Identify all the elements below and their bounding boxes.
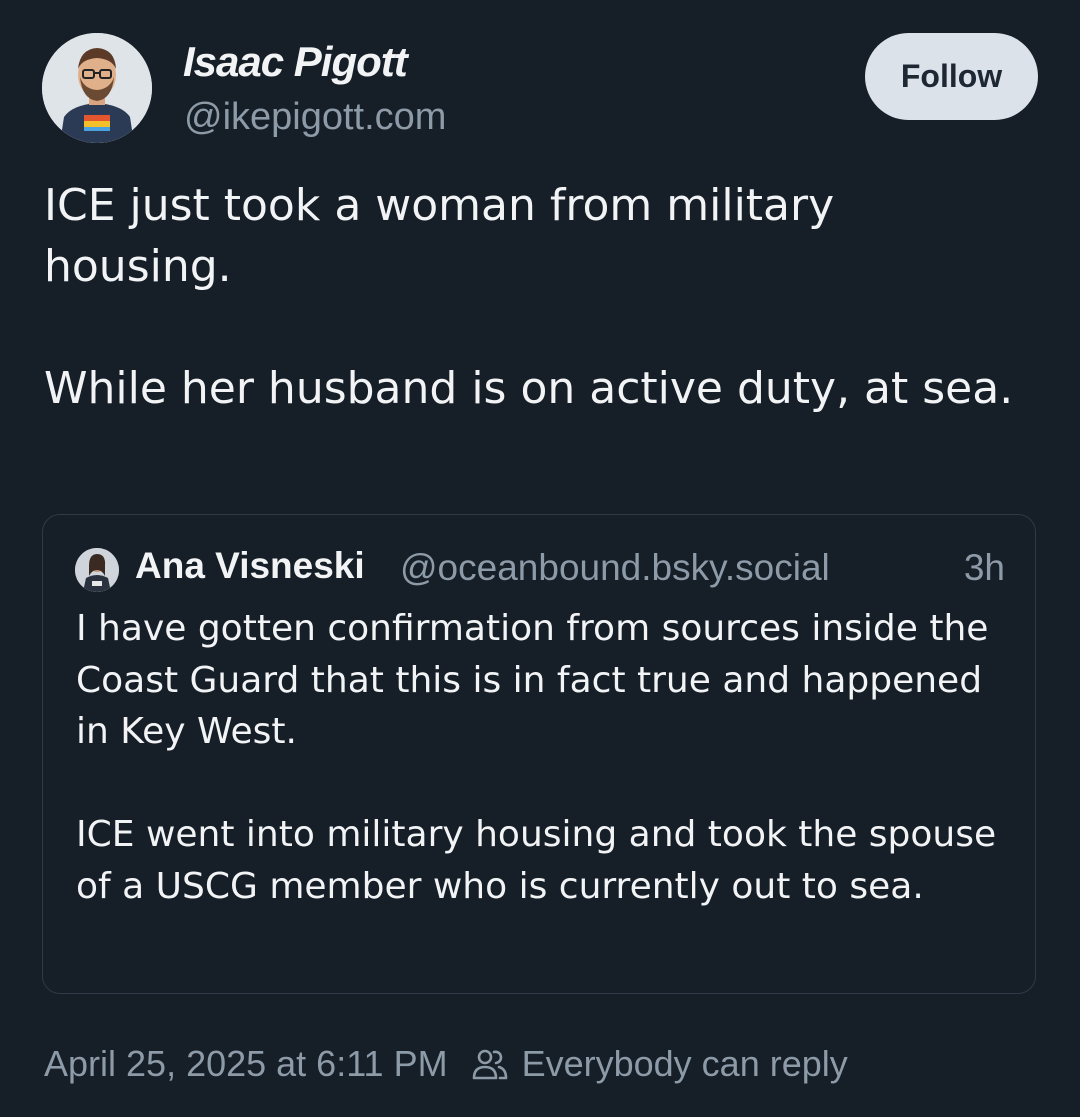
author-avatar[interactable] xyxy=(42,33,152,143)
post: Isaac Pigott @ikepigott.com Follow ICE j… xyxy=(0,0,1080,1117)
quoted-author-name[interactable]: Ana Visneski xyxy=(135,545,365,587)
post-paragraph: While her husband is on active duty, at … xyxy=(44,363,1014,414)
avatar-icon xyxy=(42,33,152,143)
post-timestamp[interactable]: April 25, 2025 at 6:11 PM xyxy=(44,1043,448,1085)
post-text: ICE just took a woman from military hous… xyxy=(44,175,1034,419)
author-handle[interactable]: @ikepigott.com xyxy=(184,96,446,139)
quoted-post[interactable]: Ana Visneski @oceanbound.bsky.social 3h … xyxy=(42,514,1036,994)
quoted-post-text: I have gotten confirmation from sources … xyxy=(76,603,1016,912)
quoted-paragraph: ICE went into military housing and took … xyxy=(76,814,997,907)
quoted-author-handle[interactable]: @oceanbound.bsky.social xyxy=(400,547,830,589)
quoted-paragraph: I have gotten confirmation from sources … xyxy=(76,608,989,752)
reply-setting[interactable]: Everybody can reply xyxy=(522,1043,848,1085)
people-icon xyxy=(470,1044,510,1084)
avatar-icon xyxy=(75,548,119,592)
follow-button[interactable]: Follow xyxy=(865,33,1038,120)
quoted-author-avatar[interactable] xyxy=(75,548,119,592)
post-paragraph: ICE just took a woman from military hous… xyxy=(44,180,835,292)
quoted-post-time[interactable]: 3h xyxy=(964,547,1005,589)
post-footer: April 25, 2025 at 6:11 PM Everybody can … xyxy=(44,1040,848,1088)
author-name[interactable]: Isaac Pigott xyxy=(183,38,408,86)
